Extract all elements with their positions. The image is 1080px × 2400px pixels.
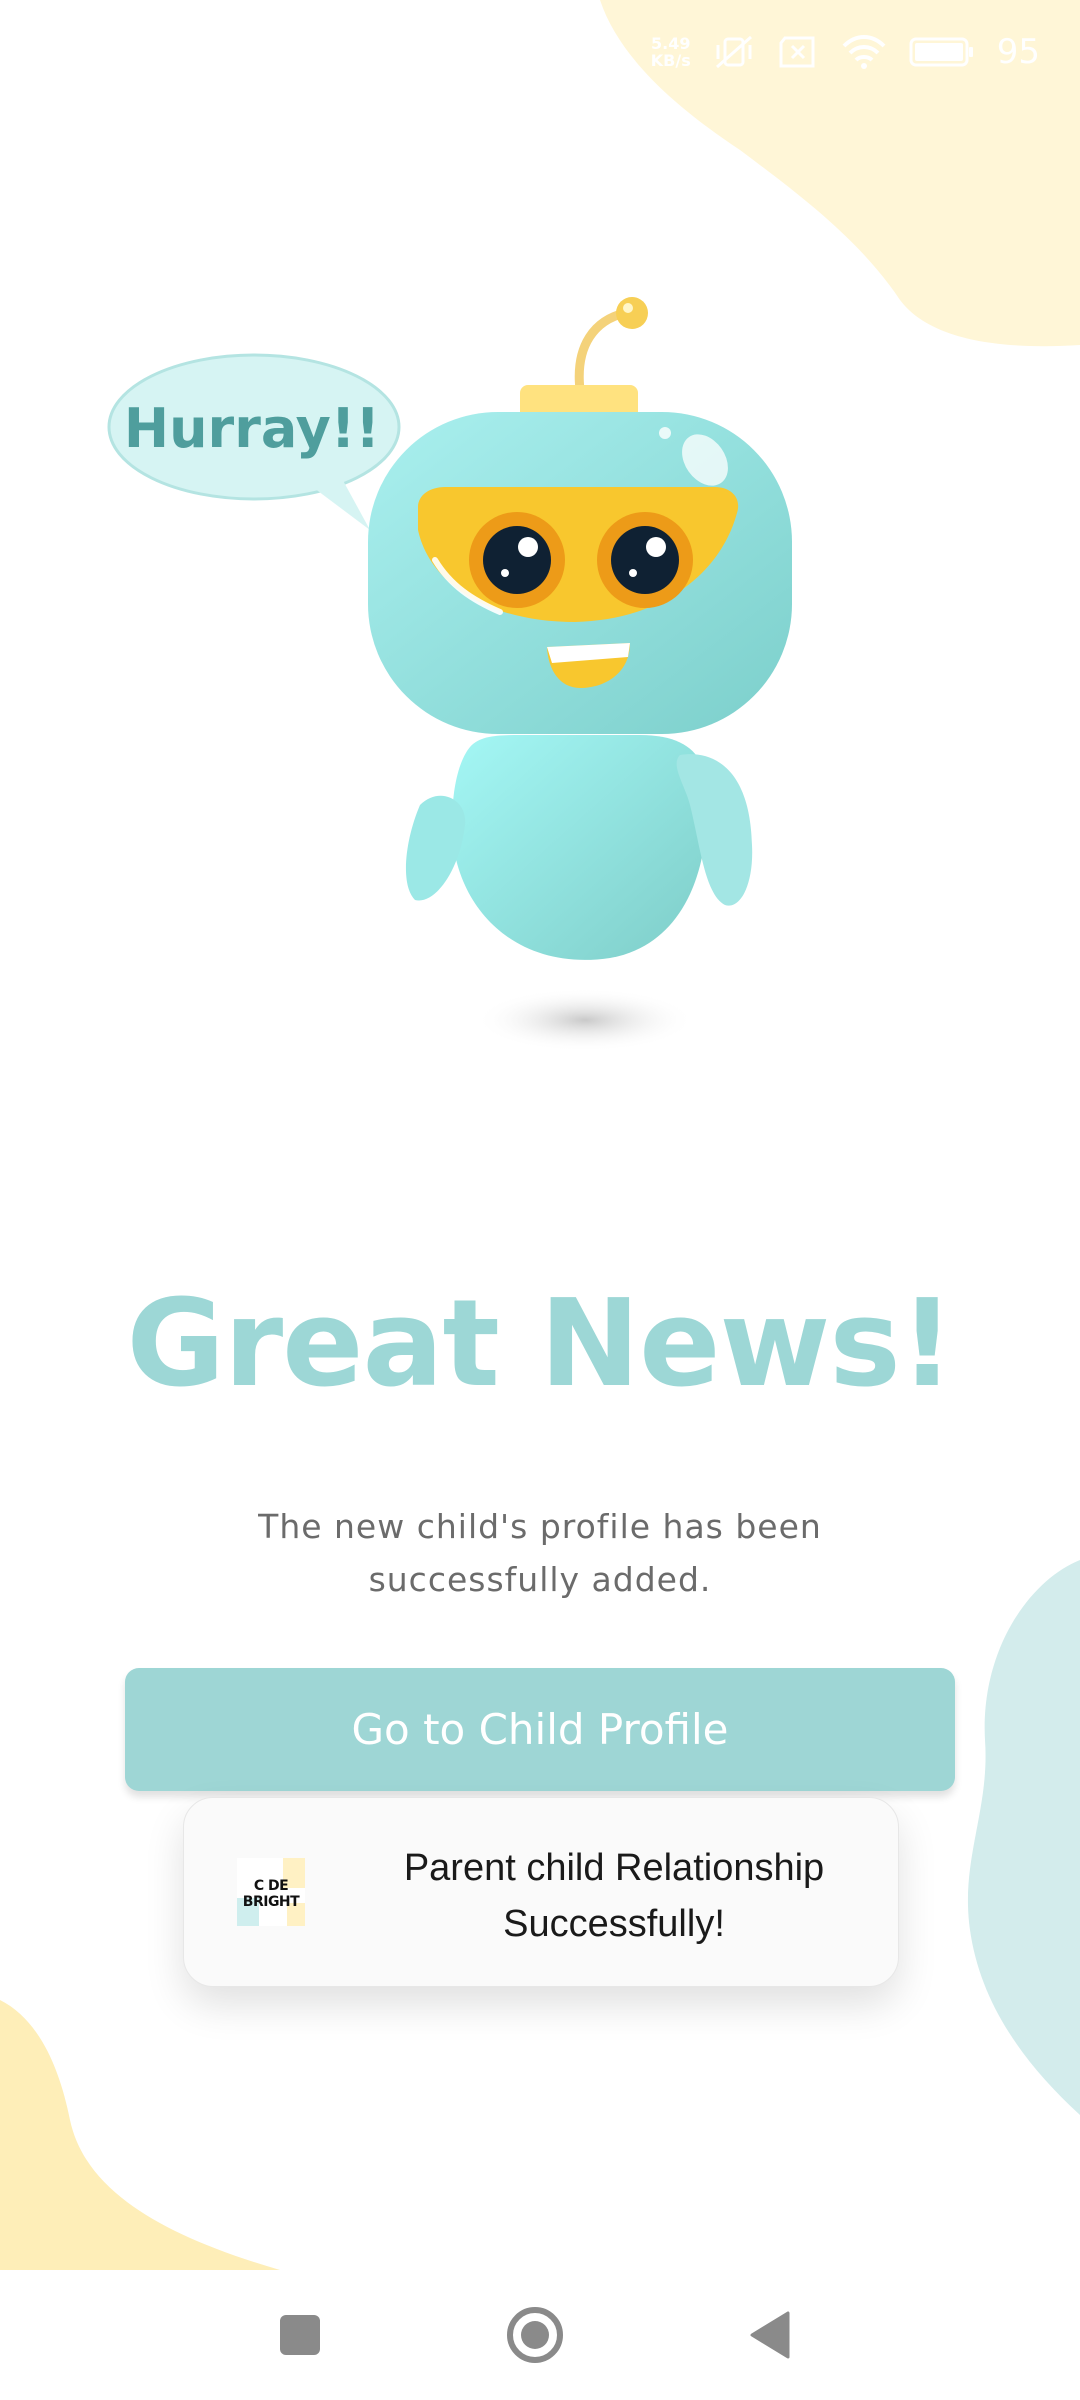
back-triangle-icon [750, 2311, 790, 2359]
speech-bubble-text: Hurray!! [124, 397, 380, 460]
status-bar: 5.49 KB/s 95 [0, 0, 1080, 110]
sim-card-off-icon [779, 36, 815, 68]
robot-mascot-illustration: Hurray!! [107, 297, 792, 1052]
bottom-left-yellow-blob [0, 2000, 280, 2270]
circle-icon [507, 2307, 563, 2363]
code-bright-logo: C DE BRIGHT [237, 1858, 305, 1926]
network-speed: 5.49 KB/s [650, 34, 691, 70]
page-title: Great News! [126, 1275, 954, 1414]
battery-icon [909, 37, 973, 67]
success-message: The new child's profile has been success… [258, 1507, 822, 1599]
battery-percentage: 95 [996, 32, 1040, 72]
go-to-child-profile-button[interactable]: Go to Child Profile [125, 1668, 955, 1791]
square-icon [280, 2315, 320, 2355]
toast-message: Parent child Relationship Successfully! [403, 1847, 825, 1945]
right-teal-blob [967, 1560, 1080, 2115]
speech-bubble: Hurray!! [107, 353, 401, 530]
back-button[interactable] [730, 2300, 810, 2370]
toast-notification: C DE BRIGHT Parent child Relationship Su… [183, 1797, 899, 1987]
vibrate-off-icon [715, 35, 752, 69]
recent-apps-button[interactable] [260, 2300, 340, 2370]
home-button[interactable] [495, 2300, 575, 2370]
wifi-icon [842, 35, 886, 69]
